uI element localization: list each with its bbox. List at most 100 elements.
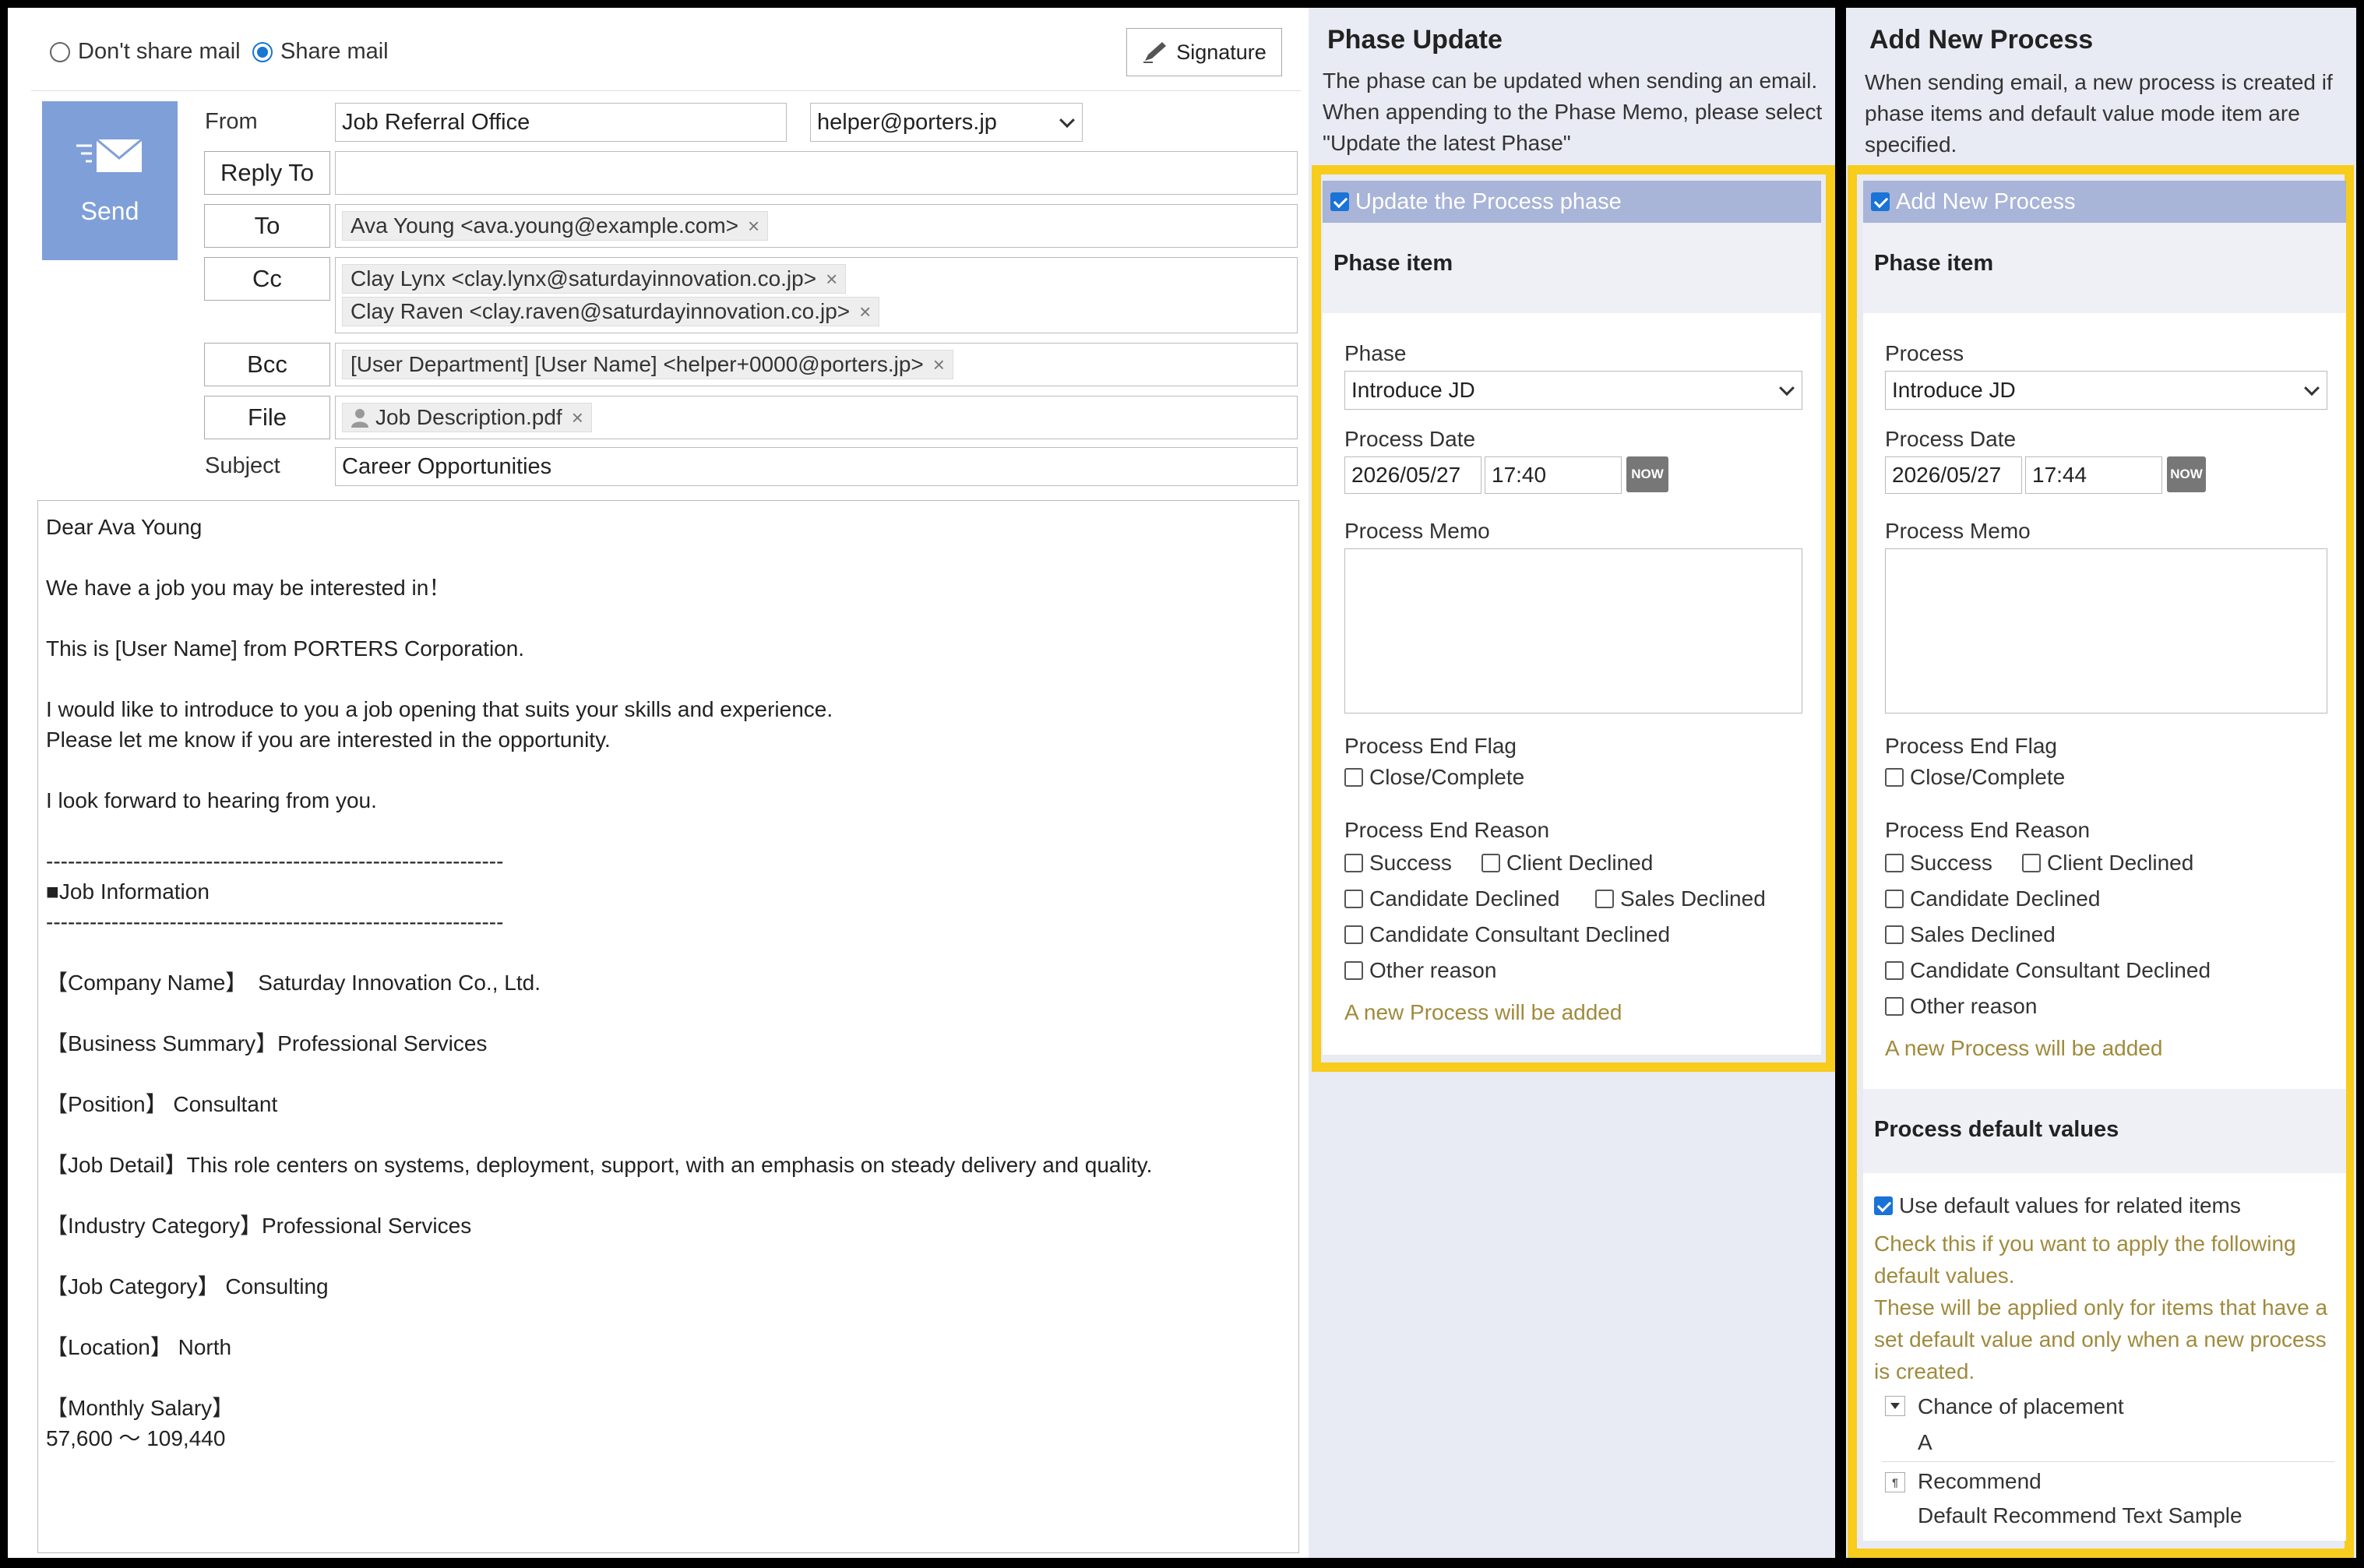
bcc-button[interactable]: Bcc — [204, 343, 330, 386]
reason-client-declined[interactable]: Client Declined — [2022, 851, 2193, 876]
use-defaults-option[interactable]: Use default values for related items — [1874, 1193, 2241, 1218]
body-line — [46, 542, 1291, 573]
to-field[interactable]: Ava Young <ava.young@example.com> × — [335, 204, 1298, 248]
body-line: Please let me know if you are interested… — [46, 728, 611, 752]
process-memo-textarea[interactable] — [1885, 548, 2327, 714]
body-line: 【Job Category】 Consulting — [46, 1274, 329, 1298]
remove-icon[interactable]: × — [933, 353, 945, 377]
body-line — [46, 816, 1291, 846]
reason-label: Candidate Consultant Declined — [1910, 958, 2211, 982]
from-name-field[interactable]: Job Referral Office — [335, 103, 787, 142]
from-address-select[interactable]: helper@porters.jp — [810, 103, 1083, 142]
divider — [1882, 1461, 2335, 1462]
checkbox[interactable] — [2022, 854, 2041, 872]
reason-sales-declined[interactable]: Sales Declined — [1885, 922, 2056, 947]
reason-label: Candidate Consultant Declined — [1369, 922, 1671, 946]
to-button[interactable]: To — [204, 204, 330, 248]
add-process-checkbox[interactable] — [1871, 192, 1890, 211]
reason-candidate-consultant-declined[interactable]: Candidate Consultant Declined — [1344, 922, 1670, 947]
file-field[interactable]: Job Description.pdf × — [335, 396, 1298, 439]
send-button[interactable]: Send — [42, 101, 178, 260]
checkbox[interactable] — [1344, 961, 1363, 980]
add-process-description: When sending email, a new process is cre… — [1865, 70, 2333, 157]
checkbox[interactable] — [1885, 854, 1904, 872]
subject-field[interactable]: Career Opportunities — [335, 447, 1298, 486]
reason-other[interactable]: Other reason — [1885, 994, 2037, 1019]
process-time-input[interactable]: 17:44 — [2025, 456, 2162, 494]
message-body[interactable]: Dear Ava Young We have a job you may be … — [37, 500, 1299, 1553]
chevron-down-icon — [1779, 380, 1795, 396]
reason-success[interactable]: Success — [1344, 851, 1452, 876]
now-button[interactable]: NOW — [1626, 456, 1668, 492]
close-complete-checkbox[interactable] — [1885, 768, 1904, 787]
checkbox[interactable] — [1481, 854, 1500, 872]
pen-icon — [1143, 42, 1167, 63]
body-line — [46, 1059, 1291, 1089]
file-button[interactable]: File — [204, 396, 330, 439]
checkbox[interactable] — [1344, 925, 1363, 944]
body-line: ----------------------------------------… — [46, 910, 504, 934]
use-defaults-label: Use default values for related items — [1899, 1193, 2241, 1217]
share-radio[interactable] — [252, 41, 273, 62]
reason-candidate-declined[interactable]: Candidate Declined — [1344, 886, 1559, 911]
process-date-input[interactable]: 2026/05/27 — [1885, 456, 2022, 494]
body-line — [46, 1362, 1291, 1393]
remove-icon[interactable]: × — [826, 267, 837, 291]
new-process-note: A new Process will be added — [1885, 1036, 2163, 1060]
recipient-chip: Clay Lynx <clay.lynx@saturdayinnovation.… — [342, 264, 847, 294]
close-complete-option[interactable]: Close/Complete — [1885, 765, 2065, 790]
file-name: Job Description.pdf — [375, 405, 562, 429]
update-phase-toggle[interactable]: Update the Process phase — [1323, 181, 1821, 223]
reason-label: Client Declined — [2047, 851, 2194, 875]
reason-sales-declined[interactable]: Sales Declined — [1595, 886, 1766, 911]
remove-icon[interactable]: × — [748, 214, 759, 238]
checkbox[interactable] — [1885, 925, 1904, 944]
end-reason-label: Process End Reason — [1344, 818, 1550, 842]
signature-button[interactable]: Signature — [1126, 28, 1282, 76]
checkbox[interactable] — [1885, 997, 1904, 1016]
text-icon: ¶ — [1885, 1472, 1905, 1492]
close-complete-label: Close/Complete — [1369, 765, 1525, 789]
reply-to-button[interactable]: Reply To — [204, 151, 330, 195]
body-line — [46, 937, 1291, 967]
dont-share-option[interactable]: Don't share mail — [50, 39, 241, 65]
cc-button[interactable]: Cc — [204, 257, 330, 301]
reason-success[interactable]: Success — [1885, 851, 1992, 876]
user-icon — [351, 409, 368, 428]
share-option[interactable]: Share mail — [252, 39, 389, 65]
use-defaults-checkbox[interactable] — [1874, 1196, 1893, 1215]
add-process-toggle[interactable]: Add New Process — [1863, 181, 2346, 223]
process-time-input[interactable]: 17:40 — [1485, 456, 1622, 494]
reason-client-declined[interactable]: Client Declined — [1481, 851, 1653, 876]
checkbox[interactable] — [1885, 961, 1904, 980]
body-line — [46, 1180, 1291, 1210]
now-button[interactable]: NOW — [2167, 456, 2206, 492]
reason-candidate-declined[interactable]: Candidate Declined — [1885, 886, 2100, 911]
checkbox[interactable] — [1595, 890, 1614, 908]
share-label: Share mail — [280, 39, 389, 64]
add-process-panel: Add New Process When sending email, a ne… — [1846, 8, 2356, 1558]
remove-icon[interactable]: × — [859, 300, 871, 324]
remove-icon[interactable]: × — [572, 406, 583, 430]
close-complete-checkbox[interactable] — [1344, 768, 1363, 787]
checkbox[interactable] — [1885, 890, 1904, 908]
checkbox[interactable] — [1344, 890, 1363, 908]
add-process-title: Add New Process — [1869, 25, 2094, 55]
dont-share-radio[interactable] — [50, 41, 70, 62]
process-select[interactable]: Introduce JD — [1885, 371, 2327, 410]
process-memo-textarea[interactable] — [1344, 548, 1802, 714]
checkbox[interactable] — [1344, 854, 1363, 872]
phase-select[interactable]: Introduce JD — [1344, 371, 1802, 410]
recipient-text: Ava Young <ava.young@example.com> — [351, 213, 739, 238]
reply-to-field[interactable] — [335, 151, 1298, 195]
reason-candidate-consultant-declined[interactable]: Candidate Consultant Declined — [1885, 958, 2211, 983]
cc-field[interactable]: Clay Lynx <clay.lynx@saturdayinnovation.… — [335, 257, 1298, 333]
process-date-input[interactable]: 2026/05/27 — [1344, 456, 1481, 494]
body-line: We have a job you may be interested in！ — [46, 576, 451, 600]
body-line: ----------------------------------------… — [46, 849, 504, 873]
bcc-field[interactable]: [User Department] [User Name] <helper+00… — [335, 343, 1298, 386]
update-phase-checkbox[interactable] — [1330, 192, 1349, 211]
reason-other[interactable]: Other reason — [1344, 958, 1496, 983]
body-line — [46, 1241, 1291, 1271]
close-complete-option[interactable]: Close/Complete — [1344, 765, 1524, 790]
